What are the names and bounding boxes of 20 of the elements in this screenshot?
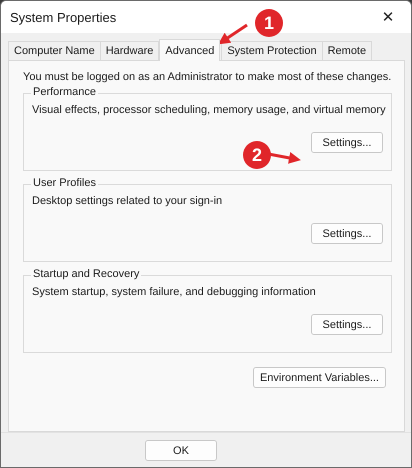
settings-button[interactable]: Settings... xyxy=(311,132,383,153)
close-button[interactable]: ✕ xyxy=(365,1,411,33)
dialog-button[interactable]: OK xyxy=(145,440,217,461)
notice-text: You must be logged on as an Administrator to make most of these changes. xyxy=(23,71,392,83)
settings-button[interactable]: Settings... xyxy=(311,314,383,335)
group-title: Performance xyxy=(31,86,98,98)
group-title: User Profiles xyxy=(31,177,98,189)
window-title: System Properties xyxy=(10,10,116,24)
tab[interactable]: Computer Name xyxy=(8,41,101,60)
tab[interactable]: Hardware xyxy=(100,41,160,60)
group-description: Desktop settings related to your sign-in xyxy=(32,195,224,207)
tab[interactable]: System Protection xyxy=(221,41,323,60)
annotation-arrow xyxy=(218,24,248,44)
group-description: Visual effects, processor scheduling, memory usage, and virtual memory xyxy=(32,104,383,116)
tab[interactable]: Advanced xyxy=(159,39,220,61)
settings-button[interactable]: Settings... xyxy=(311,223,383,244)
environment-variables-button[interactable]: Environment Variables... xyxy=(252,367,386,388)
tab[interactable]: Remote xyxy=(322,41,372,60)
group-title: Startup and Recovery xyxy=(31,268,142,280)
group-description: System startup, system failure, and debugging information xyxy=(32,286,317,298)
